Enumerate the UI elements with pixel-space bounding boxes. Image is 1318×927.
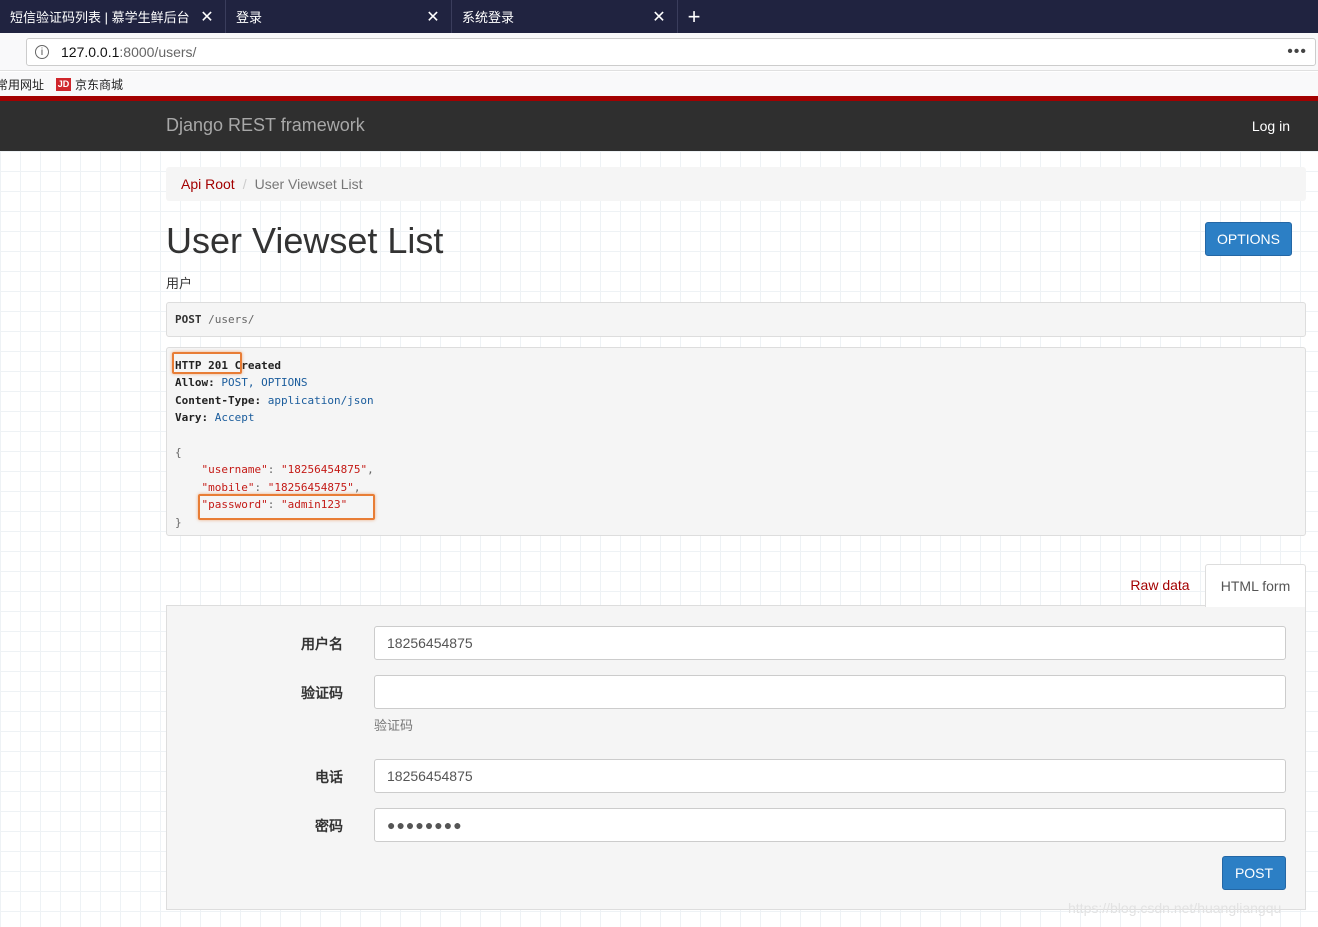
browser-tab[interactable]: 登录 ✕ bbox=[226, 0, 452, 33]
header-value: application/json bbox=[261, 393, 374, 407]
response-header: Vary: Accept bbox=[175, 409, 1297, 426]
header-key: Content-Type: bbox=[175, 393, 262, 407]
new-tab-plus-icon[interactable]: + bbox=[678, 0, 710, 33]
login-link[interactable]: Log in bbox=[1252, 118, 1290, 134]
code-input[interactable] bbox=[374, 675, 1286, 709]
json-key: "mobile" bbox=[201, 480, 255, 494]
brand-link[interactable]: Django REST framework bbox=[166, 115, 365, 136]
code-label: 验证码 bbox=[301, 685, 343, 701]
breadcrumb: Api Root / User Viewset List bbox=[166, 167, 1306, 201]
response-header: Allow: POST, OPTIONS bbox=[175, 374, 1297, 391]
json-key: "username" bbox=[201, 463, 268, 477]
response-header: Content-Type: application/json bbox=[175, 392, 1297, 409]
more-menu-icon[interactable]: ••• bbox=[1287, 43, 1307, 61]
header-key: Vary: bbox=[175, 411, 209, 425]
navbar: Django REST framework Log in bbox=[0, 101, 1318, 151]
tab-title: 登录 bbox=[236, 10, 263, 25]
browser-tab[interactable]: 系统登录 ✕ bbox=[452, 0, 678, 33]
tab-title: 短信验证码列表 | 慕学生鲜后台 bbox=[10, 10, 190, 25]
header-value: POST, OPTIONS bbox=[214, 376, 308, 390]
json-field: "username": "18256454875", bbox=[201, 463, 374, 477]
bookmark-jd[interactable]: JD 京东商城 bbox=[56, 76, 123, 93]
watermark: https://blog.csdn.net/huangliangqu bbox=[1068, 900, 1282, 916]
bookmark-label: 常用网址 bbox=[0, 77, 45, 92]
header-key: Allow: bbox=[175, 376, 215, 390]
password-input[interactable]: ●●●●●●●● bbox=[374, 808, 1286, 842]
bookmark-label: 京东商城 bbox=[75, 77, 124, 92]
username-label: 用户名 bbox=[301, 636, 343, 652]
password-label: 密码 bbox=[315, 818, 343, 834]
response-status: HTTP 201 Created bbox=[175, 359, 281, 372]
json-value: "18256454875" bbox=[267, 480, 354, 494]
request-info: POST /users/ bbox=[166, 302, 1306, 337]
post-button[interactable]: POST bbox=[1222, 856, 1286, 890]
username-input[interactable]: 18256454875 bbox=[374, 626, 1286, 660]
url-path: :8000/users/ bbox=[119, 44, 197, 60]
tab-html-form[interactable]: HTML form bbox=[1205, 564, 1306, 607]
close-icon[interactable]: ✕ bbox=[651, 7, 667, 27]
url-host: 127.0.0.1 bbox=[61, 44, 120, 60]
header-value: Accept bbox=[208, 411, 255, 425]
options-button[interactable]: OPTIONS bbox=[1205, 222, 1292, 256]
tab-title: 系统登录 bbox=[462, 10, 515, 25]
jd-logo-icon: JD bbox=[56, 77, 72, 91]
breadcrumb-current: User Viewset List bbox=[254, 176, 363, 192]
mobile-label: 电话 bbox=[315, 769, 343, 785]
close-icon[interactable]: ✕ bbox=[199, 7, 215, 27]
request-path: /users/ bbox=[201, 313, 255, 326]
page-description: 用户 bbox=[166, 276, 193, 291]
url-bar: i 127.0.0.1:8000/users/ ••• bbox=[0, 33, 1318, 71]
code-help-text: 验证码 bbox=[374, 718, 414, 733]
password-highlight-box bbox=[198, 494, 375, 520]
bookmark-common-sites[interactable]: 常用网址 bbox=[0, 76, 44, 93]
status-highlight-box bbox=[172, 352, 242, 374]
json-open-brace: { bbox=[175, 446, 182, 460]
breadcrumb-separator: / bbox=[242, 176, 247, 192]
browser-tab[interactable]: 短信验证码列表 | 慕学生鲜后台 ✕ bbox=[0, 0, 226, 33]
info-icon[interactable]: i bbox=[35, 45, 49, 59]
html-form-panel: 用户名 18256454875 验证码 验证码 电话 18256454875 密… bbox=[166, 605, 1306, 910]
request-method: POST bbox=[175, 313, 202, 326]
address-input[interactable]: i 127.0.0.1:8000/users/ ••• bbox=[26, 38, 1316, 66]
page-title: User Viewset List bbox=[166, 220, 444, 261]
mobile-input[interactable]: 18256454875 bbox=[374, 759, 1286, 793]
browser-tab-bar: 短信验证码列表 | 慕学生鲜后台 ✕ 登录 ✕ 系统登录 ✕ + bbox=[0, 0, 1318, 33]
close-icon[interactable]: ✕ bbox=[425, 7, 441, 27]
json-value: "18256454875" bbox=[280, 463, 368, 477]
bookmarks-bar: 常用网址 JD 京东商城 bbox=[0, 72, 1318, 96]
tab-raw-data[interactable]: Raw data bbox=[1118, 565, 1202, 605]
breadcrumb-api-root[interactable]: Api Root bbox=[181, 176, 235, 192]
